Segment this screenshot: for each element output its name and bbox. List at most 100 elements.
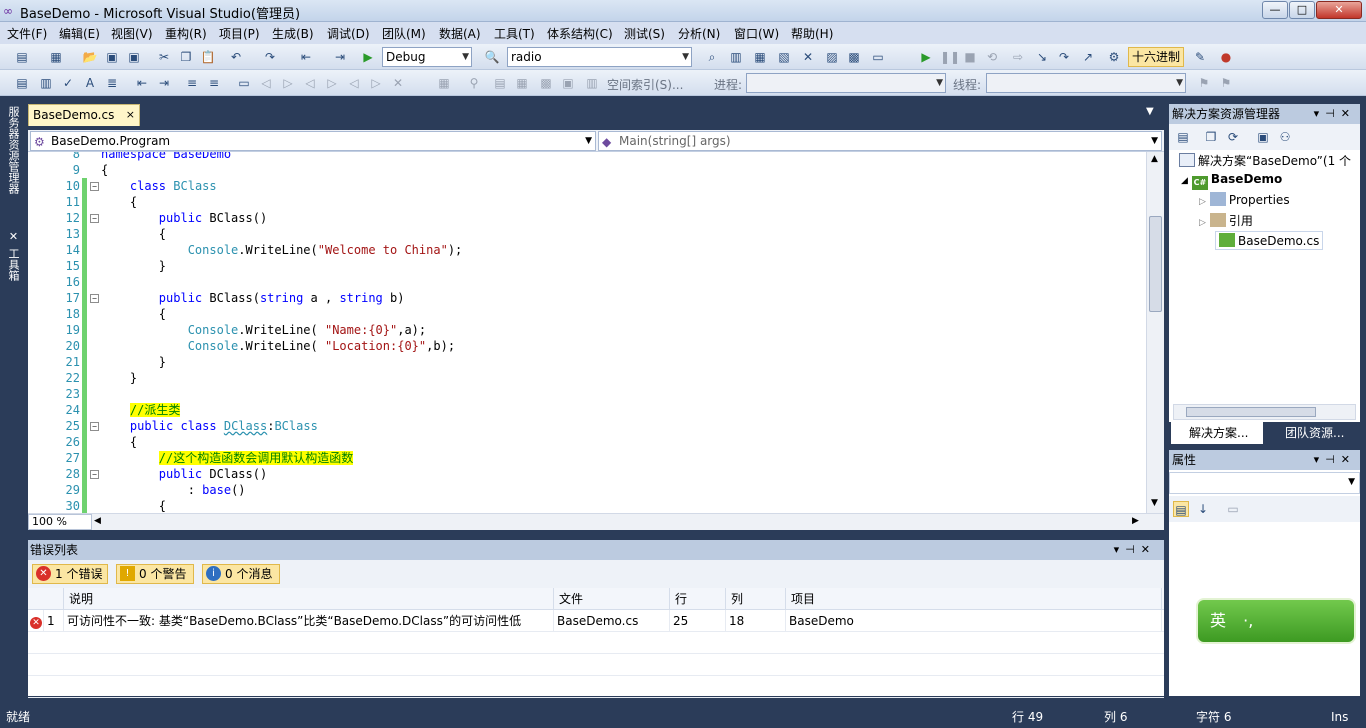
refresh-icon[interactable]: ⟳: [1225, 129, 1241, 145]
stop-icon[interactable]: ■: [962, 49, 978, 65]
menu-build[interactable]: 生成(B): [272, 25, 314, 42]
uncomment-icon[interactable]: ≡: [206, 75, 222, 91]
code-line[interactable]: 28 − public DClass(): [28, 466, 1146, 482]
continue-icon[interactable]: ▶: [918, 49, 934, 65]
maximize-button[interactable]: □: [1289, 1, 1315, 19]
find-symbol-icon[interactable]: ⌕: [704, 49, 720, 65]
tab-dropdown-icon[interactable]: ▼: [1146, 106, 1154, 117]
code-line[interactable]: 11 {: [28, 194, 1146, 210]
command-window-icon[interactable]: ▭: [870, 49, 886, 65]
code-editor[interactable]: 8 namespace BaseDemo 9{10− class BClass 11 …: [28, 152, 1146, 513]
complete-word-icon[interactable]: A: [82, 75, 98, 91]
comment-icon[interactable]: ≡: [184, 75, 200, 91]
menu-help[interactable]: 帮助(H): [791, 25, 833, 42]
navigate-back-icon[interactable]: ⇤: [298, 49, 314, 65]
categorized-icon[interactable]: ▤: [1173, 501, 1189, 517]
properties-window-icon[interactable]: ▥: [728, 49, 744, 65]
spatial-export-icon[interactable]: ▥: [584, 75, 600, 91]
menu-data[interactable]: 数据(A): [439, 25, 481, 42]
solution-scroll-thumb[interactable]: [1186, 407, 1316, 417]
indent-icon[interactable]: ≣: [104, 75, 120, 91]
menu-debug[interactable]: 调试(D): [327, 25, 370, 42]
code-line[interactable]: 9{: [28, 162, 1146, 178]
menu-tools[interactable]: 工具(T): [494, 25, 535, 42]
code-line[interactable]: 25 − public class DClass:BClass: [28, 418, 1146, 434]
property-pages-icon[interactable]: ▭: [1225, 501, 1241, 517]
restart-icon[interactable]: ⟲: [984, 49, 1000, 65]
code-line[interactable]: 29 : base(): [28, 482, 1146, 498]
tab-solution-explorer[interactable]: 解决方案...: [1171, 422, 1263, 444]
editor-vertical-scrollbar[interactable]: ▲ ▼: [1146, 152, 1164, 513]
messages-filter-button[interactable]: i 0 个消息: [202, 564, 280, 584]
panel-controls-icon[interactable]: ▾⊣✕: [1314, 450, 1356, 470]
flag-all-icon[interactable]: ⚑: [1218, 75, 1234, 91]
spatial-xml-icon[interactable]: ▣: [560, 75, 576, 91]
tree-references[interactable]: ▷ 引用: [1199, 212, 1253, 229]
bookmark-icon[interactable]: ▭: [236, 75, 252, 91]
code-line[interactable]: 23: [28, 386, 1146, 402]
find-in-files-icon[interactable]: 🔍: [484, 49, 500, 65]
undo-icon[interactable]: ↶: [228, 49, 244, 65]
tab-close-icon[interactable]: ×: [126, 105, 135, 125]
spatial-layer-icon[interactable]: ▤: [492, 75, 508, 91]
start-page-icon[interactable]: ▩: [846, 49, 862, 65]
code-line[interactable]: 27 //这个构造函数会调用默认构造函数: [28, 450, 1146, 466]
pause-icon[interactable]: ❚❚: [940, 49, 960, 65]
process-combo[interactable]: ▼: [746, 73, 946, 93]
type-combo[interactable]: ⚙ BaseDemo.Program ▼: [30, 131, 596, 151]
parameter-info-icon[interactable]: ▥: [38, 75, 54, 91]
code-line[interactable]: 18 {: [28, 306, 1146, 322]
next-bookmark-doc-icon[interactable]: ▷: [368, 75, 384, 91]
ime-language[interactable]: 英: [1210, 611, 1226, 630]
solution-horizontal-scrollbar[interactable]: [1173, 404, 1356, 420]
member-combo[interactable]: ◆ Main(string[] args) ▼: [598, 131, 1162, 151]
cut-icon[interactable]: ✂: [156, 49, 172, 65]
prev-bookmark-doc-icon[interactable]: ◁: [346, 75, 362, 91]
code-line[interactable]: 20 Console.WriteLine( "Location:{0}",b);: [28, 338, 1146, 354]
menu-file[interactable]: 文件(F): [7, 25, 47, 42]
zoom-combo[interactable]: 100 %: [28, 514, 92, 530]
paste-icon[interactable]: 📋: [200, 49, 216, 65]
code-line[interactable]: 17− public BClass(string a , string b): [28, 290, 1146, 306]
expand-arrow-icon[interactable]: ▷: [1199, 218, 1206, 228]
column-icon[interactable]: [28, 588, 64, 610]
quick-info-icon[interactable]: ✓: [60, 75, 76, 91]
code-line[interactable]: 13 {: [28, 226, 1146, 242]
errors-filter-button[interactable]: ✕ 1 个错误: [32, 564, 108, 584]
decrease-indent-icon[interactable]: ⇤: [134, 75, 150, 91]
code-line[interactable]: 10 − class BClass: [28, 178, 1146, 194]
code-line[interactable]: 8 namespace BaseDemo: [28, 152, 1146, 162]
scroll-thumb[interactable]: [1149, 216, 1162, 312]
ime-toolbar[interactable]: 英 ·,: [1196, 598, 1356, 644]
find-combo[interactable]: radio ▼: [507, 47, 692, 67]
toggle-breakpoint-icon[interactable]: ●: [1218, 49, 1234, 65]
increase-indent-icon[interactable]: ⇥: [156, 75, 172, 91]
tree-project[interactable]: ◢ C# BaseDemo: [1181, 172, 1282, 190]
scroll-down-icon[interactable]: ▼: [1151, 498, 1158, 508]
tab-basedemo-cs[interactable]: BaseDemo.cs ×: [28, 104, 140, 126]
flag-thread-icon[interactable]: ⚑: [1196, 75, 1212, 91]
spatial-tools-icon[interactable]: ▦: [436, 75, 452, 91]
open-file-icon[interactable]: 📂: [82, 49, 98, 65]
hex-toggle-button[interactable]: 十六进制: [1128, 47, 1184, 67]
spatial-table-icon[interactable]: ▦: [514, 75, 530, 91]
code-line[interactable]: 26 {: [28, 434, 1146, 450]
object-selector-combo[interactable]: ▼: [1169, 472, 1360, 494]
alphabetical-icon[interactable]: ↓: [1195, 501, 1211, 517]
minimize-button[interactable]: —: [1262, 1, 1288, 19]
properties-icon[interactable]: ▤: [1175, 129, 1191, 145]
class-view-icon[interactable]: ▧: [776, 49, 792, 65]
fold-toggle-icon[interactable]: −: [90, 470, 99, 479]
column-column[interactable]: 列: [726, 588, 786, 610]
code-line[interactable]: 14 Console.WriteLine("Welcome to China")…: [28, 242, 1146, 258]
next-bookmark-folder-icon[interactable]: ▷: [324, 75, 340, 91]
column-file[interactable]: 文件: [554, 588, 670, 610]
spatial-grid-icon[interactable]: ▩: [538, 75, 554, 91]
fold-toggle-icon[interactable]: −: [90, 294, 99, 303]
panel-controls-icon[interactable]: ▾⊣✕: [1314, 104, 1356, 124]
hexadecimal-display-icon[interactable]: ⚙: [1106, 49, 1122, 65]
menu-architecture[interactable]: 体系结构(C): [547, 25, 613, 42]
thread-combo[interactable]: ▼: [986, 73, 1186, 93]
server-explorer-tab[interactable]: 服务器资源管理器: [3, 106, 20, 194]
spatial-index-label[interactable]: 空间索引(S)...: [607, 76, 683, 93]
